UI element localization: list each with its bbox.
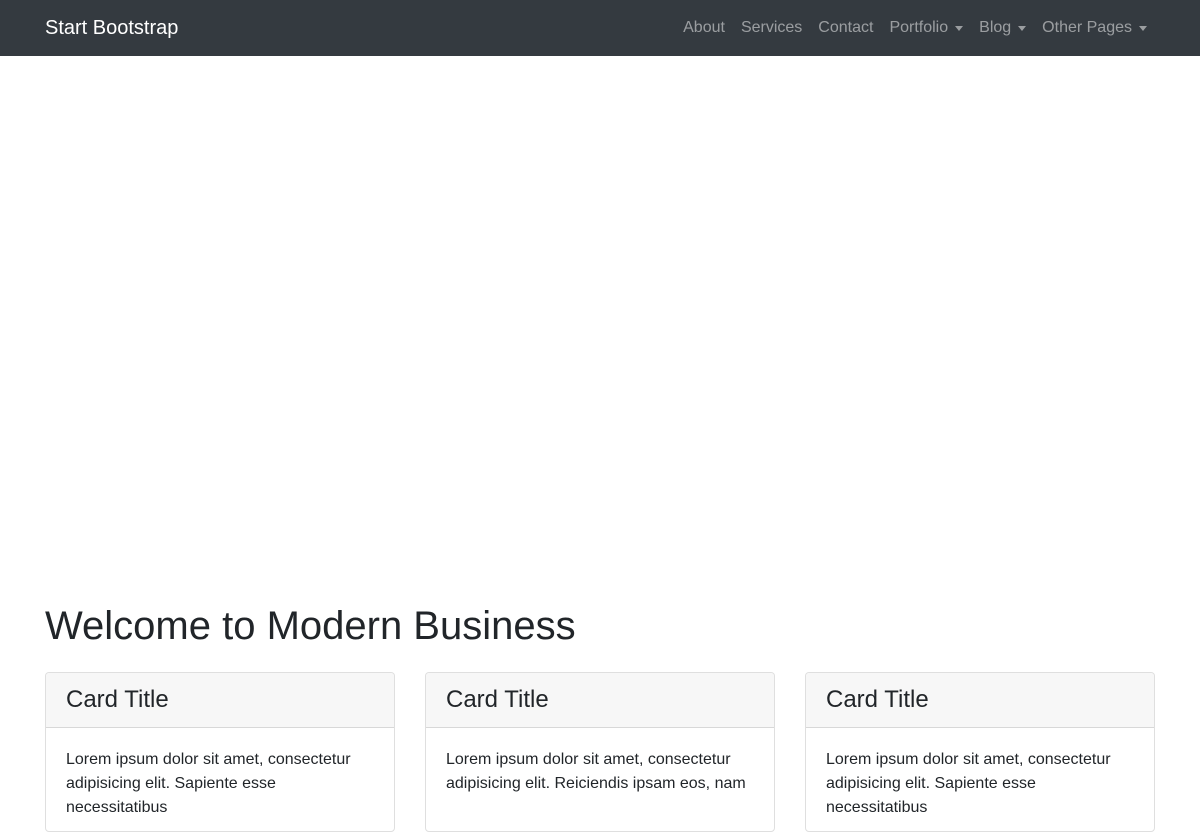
- nav-menu: About Services Contact Portfolio Blog Ot…: [675, 0, 1155, 56]
- nav-item-label: About: [683, 19, 725, 36]
- card-header: Card Title: [806, 673, 1154, 728]
- nav-dropdown-portfolio[interactable]: Portfolio: [881, 16, 971, 40]
- nav-dropdown-other-pages[interactable]: Other Pages: [1034, 16, 1155, 40]
- nav-item-label: Services: [740, 19, 803, 36]
- card-row: Card Title Lorem ipsum dolor sit amet, c…: [45, 672, 1155, 832]
- nav-item-label: Blog: [979, 19, 1012, 36]
- nav-dropdown-blog[interactable]: Blog: [971, 16, 1034, 40]
- card: Card Title Lorem ipsum dolor sit amet, c…: [45, 672, 395, 832]
- nav-item-contact[interactable]: Contact: [810, 16, 881, 40]
- nav-item-services[interactable]: Services: [733, 16, 810, 40]
- card-body: Lorem ipsum dolor sit amet, consectetur …: [46, 728, 394, 820]
- card-text: Lorem ipsum dolor sit amet, consectetur …: [66, 751, 351, 816]
- page-title: Welcome to Modern Business: [45, 604, 576, 648]
- card-text: Lorem ipsum dolor sit amet, consectetur …: [446, 751, 746, 792]
- top-navbar: Start Bootstrap About Services Contact P…: [0, 0, 1200, 56]
- nav-item-label: Portfolio: [889, 19, 949, 36]
- brand-link[interactable]: Start Bootstrap: [45, 15, 178, 41]
- card-body: Lorem ipsum dolor sit amet, consectetur …: [426, 728, 774, 796]
- nav-item-about[interactable]: About: [675, 16, 733, 40]
- caret-down-icon: [1139, 25, 1147, 31]
- card: Card Title Lorem ipsum dolor sit amet, c…: [805, 672, 1155, 832]
- card-title: Card Title: [446, 686, 549, 713]
- card-header: Card Title: [46, 673, 394, 728]
- nav-item-label: Other Pages: [1042, 19, 1132, 36]
- caret-down-icon: [1018, 25, 1027, 31]
- card-header: Card Title: [426, 673, 774, 728]
- caret-down-icon: [955, 25, 964, 31]
- card-title: Card Title: [826, 686, 929, 713]
- card-body: Lorem ipsum dolor sit amet, consectetur …: [806, 728, 1154, 820]
- card-text: Lorem ipsum dolor sit amet, consectetur …: [826, 751, 1111, 816]
- card: Card Title Lorem ipsum dolor sit amet, c…: [425, 672, 775, 832]
- nav-item-label: Contact: [818, 19, 874, 36]
- card-title: Card Title: [66, 686, 169, 713]
